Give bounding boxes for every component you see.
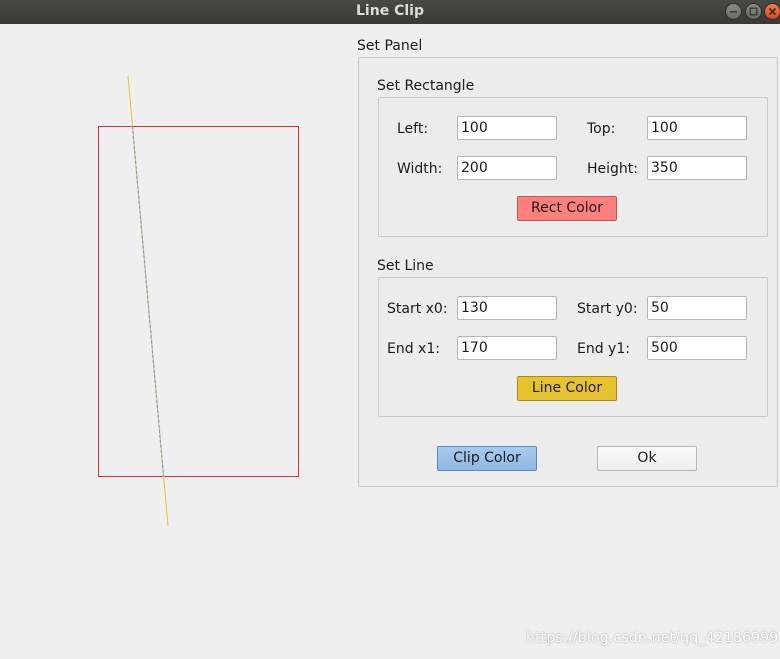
watermark-text: https://blog.csdn.net/qq_42186999 [526, 630, 779, 646]
rect-color-button[interactable]: Rect Color [517, 196, 617, 221]
height-input[interactable] [647, 156, 747, 180]
start-y0-label: Start y0: [577, 301, 638, 317]
width-input[interactable] [457, 156, 557, 180]
height-label: Height: [587, 161, 638, 177]
left-label: Left: [397, 121, 429, 137]
minimize-icon [730, 11, 737, 13]
clip-color-button[interactable]: Clip Color [437, 446, 537, 471]
end-x1-label: End x1: [387, 341, 440, 357]
clip-rectangle [98, 126, 299, 477]
client-area: Set Panel Set Rectangle Left: Top: Width… [0, 24, 780, 659]
start-x0-input[interactable] [457, 296, 557, 320]
set-line-title: Set Line [377, 258, 434, 274]
top-label: Top: [587, 121, 616, 137]
end-x1-input[interactable] [457, 336, 557, 360]
set-panel-title: Set Panel [357, 38, 423, 54]
line-color-button[interactable]: Line Color [517, 376, 617, 401]
set-rectangle-title: Set Rectangle [377, 78, 475, 94]
title-bar: Line Clip [0, 0, 780, 24]
end-y1-label: End y1: [577, 341, 630, 357]
maximize-icon [749, 7, 758, 16]
left-input[interactable] [457, 116, 557, 140]
end-y1-input[interactable] [647, 336, 747, 360]
start-y0-input[interactable] [647, 296, 747, 320]
minimize-button[interactable] [725, 3, 742, 20]
close-button[interactable] [764, 3, 780, 20]
drawing-canvas [98, 75, 299, 527]
window-title: Line Clip [356, 3, 424, 19]
close-icon [768, 7, 777, 16]
maximize-button[interactable] [745, 3, 762, 20]
width-label: Width: [397, 161, 443, 177]
ok-button[interactable]: Ok [597, 446, 697, 471]
start-x0-label: Start x0: [387, 301, 448, 317]
top-input[interactable] [647, 116, 747, 140]
